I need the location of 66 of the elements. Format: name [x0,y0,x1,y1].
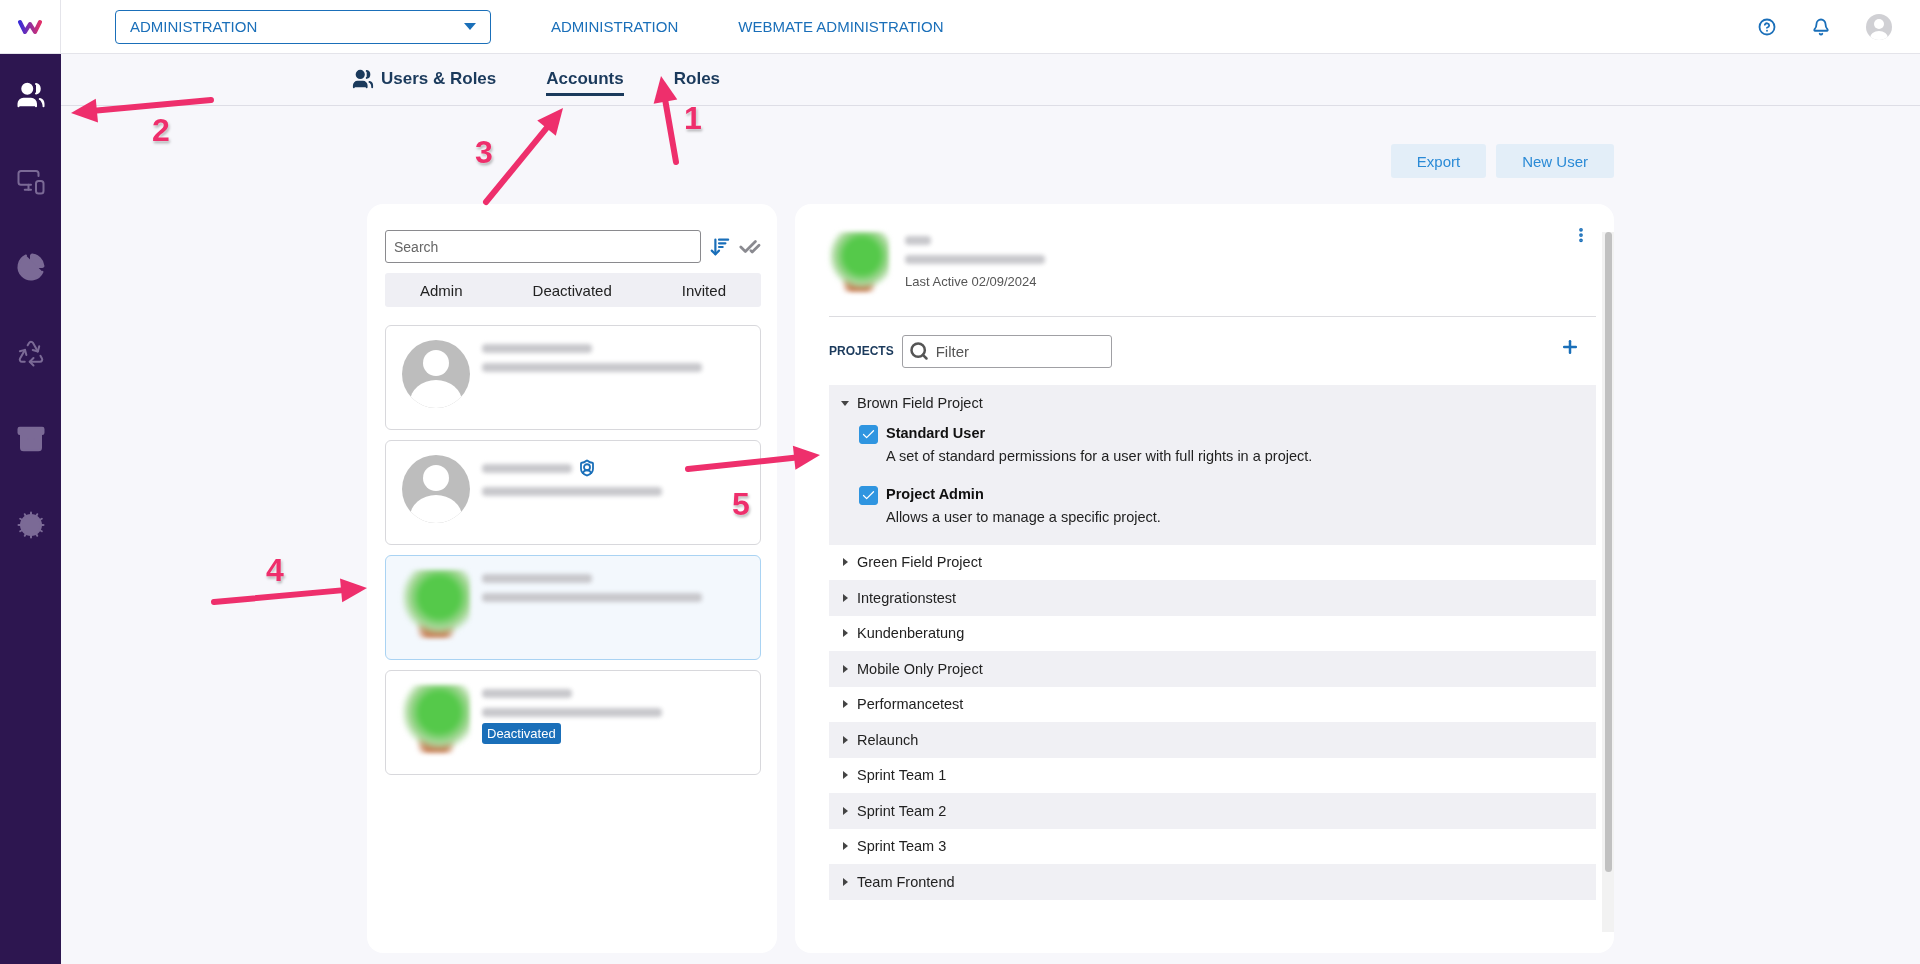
project-name: Team Frontend [857,873,955,890]
archive-icon[interactable] [15,424,46,454]
filter-button[interactable]: Deactivated [526,280,618,300]
project-name: Mobile Only Project [857,660,983,677]
annotation-number: 3 [475,134,493,171]
tab[interactable]: Users & Roles [352,62,497,97]
logo-icon[interactable] [18,18,42,35]
last-active-text: Last Active 02/09/2024 [905,274,1038,289]
filter-button[interactable]: Admin [414,280,469,300]
role-name: Project Admin [886,485,985,502]
projects-label: PROJECTS [829,344,894,358]
status-badge: Deactivated [482,723,561,744]
caret-icon[interactable] [841,842,849,851]
project-name: Sprint Team 2 [857,802,947,819]
caret-icon[interactable] [841,735,849,744]
nav-link[interactable]: WEBMATE ADMINISTRATION [738,18,944,35]
tab[interactable]: Accounts [546,63,624,96]
caret-icon[interactable] [841,558,849,567]
bell-icon[interactable] [1812,17,1830,36]
project-name: Kundenberatung [857,625,965,642]
project-row[interactable]: Relaunch [829,722,1597,758]
annotation-number: 2 [152,112,170,149]
help-icon[interactable] [1758,17,1776,36]
project-name: Integrationstest [857,589,957,606]
pie-chart-icon[interactable] [15,252,46,282]
nav-link[interactable]: ADMINISTRATION [551,18,679,35]
search-field[interactable]: Search [385,230,702,263]
project-row[interactable]: Integrationstest [829,580,1597,616]
photo-placeholder [402,570,470,638]
role-name: Standard User [886,424,987,441]
caret-icon [464,23,476,30]
photo-placeholder [829,232,889,292]
annotation-number: 5 [732,486,750,523]
checkbox[interactable] [859,424,878,444]
project-row[interactable]: Team Frontend [829,864,1597,900]
filter-field[interactable]: Filter [901,334,1112,368]
caret-icon[interactable] [841,398,849,407]
project-name: Brown Field Project [857,394,983,411]
tab[interactable]: Roles [673,63,721,96]
project-row[interactable]: Sprint Team 2 [829,793,1597,829]
checkbox[interactable] [859,485,878,505]
users-icon [352,68,374,90]
project-name: Sprint Team 3 [857,838,947,855]
caret-icon[interactable] [841,700,849,709]
workspace-select[interactable]: ADMINISTRATION [115,9,491,44]
annotation-number: 4 [266,552,284,589]
project-name: Green Field Project [857,554,982,571]
role-description: A set of standard permissions for a user with full rights in a project. [886,447,1313,464]
caret-icon[interactable] [841,593,849,602]
caret-icon[interactable] [841,771,849,780]
role-description: Allows a user to manage a specific project. [886,508,1161,525]
caret-icon[interactable] [841,629,849,638]
scrollbar[interactable] [1602,232,1614,932]
blurred-name [905,236,931,245]
photo-placeholder [402,685,470,753]
annotation-number: 1 [684,100,702,137]
project-row[interactable]: Mobile Only Project [829,651,1597,687]
project-name: Relaunch [857,731,919,748]
caret-icon[interactable] [841,664,849,673]
project-name: Performancetest [857,696,964,713]
filter-button[interactable]: Invited [675,280,732,300]
caret-icon[interactable] [841,877,849,886]
user-card[interactable]: Deactivated [385,670,761,775]
users-icon[interactable] [15,80,46,110]
project-name: Sprint Team 1 [857,767,947,784]
caret-icon[interactable] [841,806,849,815]
